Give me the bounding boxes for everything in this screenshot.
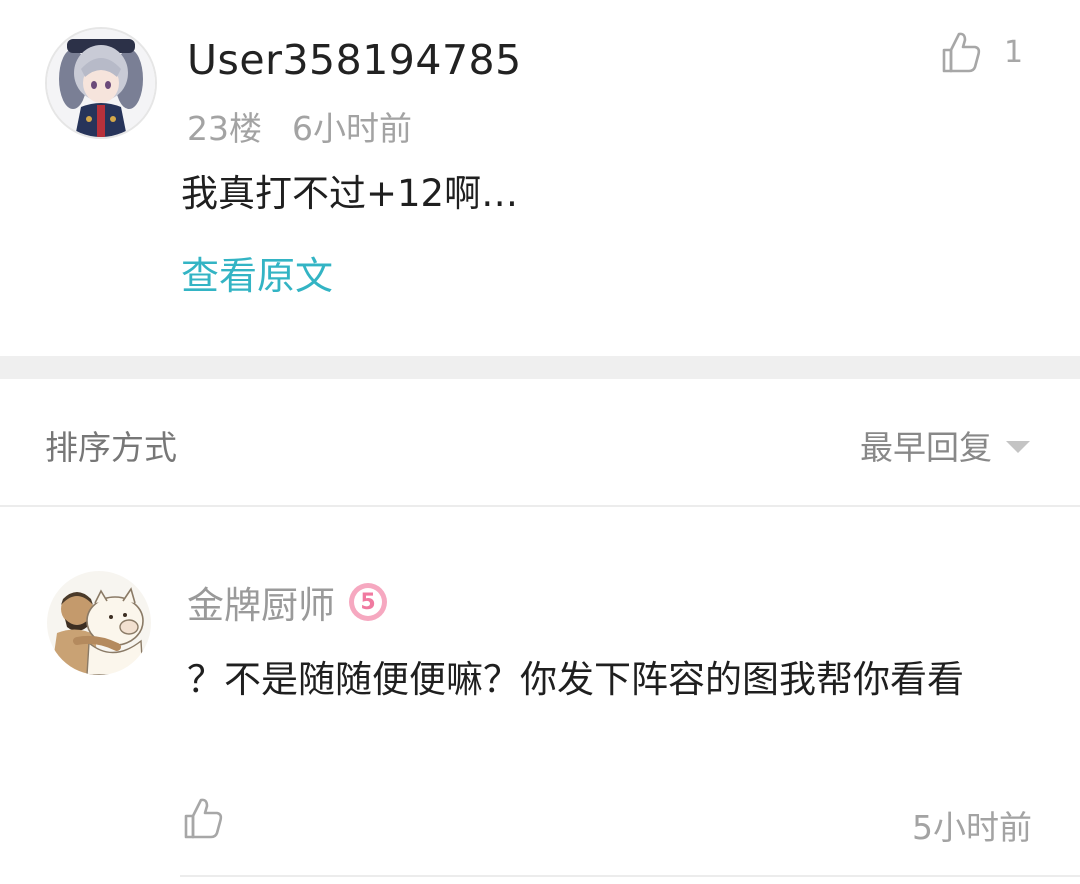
- comment-meta: 23楼 6小时前: [187, 102, 412, 150]
- reply-username[interactable]: 金牌厨师: [187, 575, 335, 629]
- reply-avatar[interactable]: [47, 571, 151, 675]
- reply-item: 金牌厨师 5 ？不是随随便便嘛？你发下阵容的图我帮你看看 5小时前: [0, 507, 1080, 884]
- like-count: 1: [1004, 34, 1024, 70]
- like-button[interactable]: 1: [940, 30, 1023, 74]
- section-divider: [0, 356, 1080, 379]
- sort-dropdown[interactable]: 最早回复: [860, 421, 1030, 469]
- reply-username-row: 金牌厨师 5: [187, 575, 387, 629]
- reply-divider: [180, 875, 1080, 877]
- username[interactable]: User358194785: [187, 36, 522, 84]
- sort-bar: 排序方式 最早回复: [0, 379, 1080, 506]
- sort-label: 排序方式: [45, 428, 177, 467]
- caret-down-icon: [1006, 441, 1030, 453]
- comment-page: User358194785 23楼 6小时前 1 我真打不过+12啊… 查看原文 …: [0, 0, 1080, 884]
- reply-like-button[interactable]: [182, 796, 224, 844]
- reply-time: 5小时前: [912, 808, 1032, 847]
- thumbs-up-icon: [942, 32, 981, 73]
- sort-selected-value: 最早回复: [860, 428, 992, 467]
- view-original-link[interactable]: 查看原文: [181, 245, 333, 300]
- reply-text: ？不是随随便便嘛？你发下阵容的图我帮你看看: [187, 658, 964, 701]
- floor-number: 23楼: [187, 109, 262, 148]
- level-number: 5: [354, 588, 382, 616]
- user-avatar[interactable]: [45, 27, 157, 139]
- thumbs-up-icon: [184, 798, 223, 839]
- main-comment: User358194785 23楼 6小时前 1 我真打不过+12啊… 查看原文: [0, 0, 1080, 356]
- level-badge: 5: [349, 583, 387, 621]
- comment-text: 我真打不过+12啊…: [181, 172, 519, 215]
- post-time: 6小时前: [292, 109, 412, 148]
